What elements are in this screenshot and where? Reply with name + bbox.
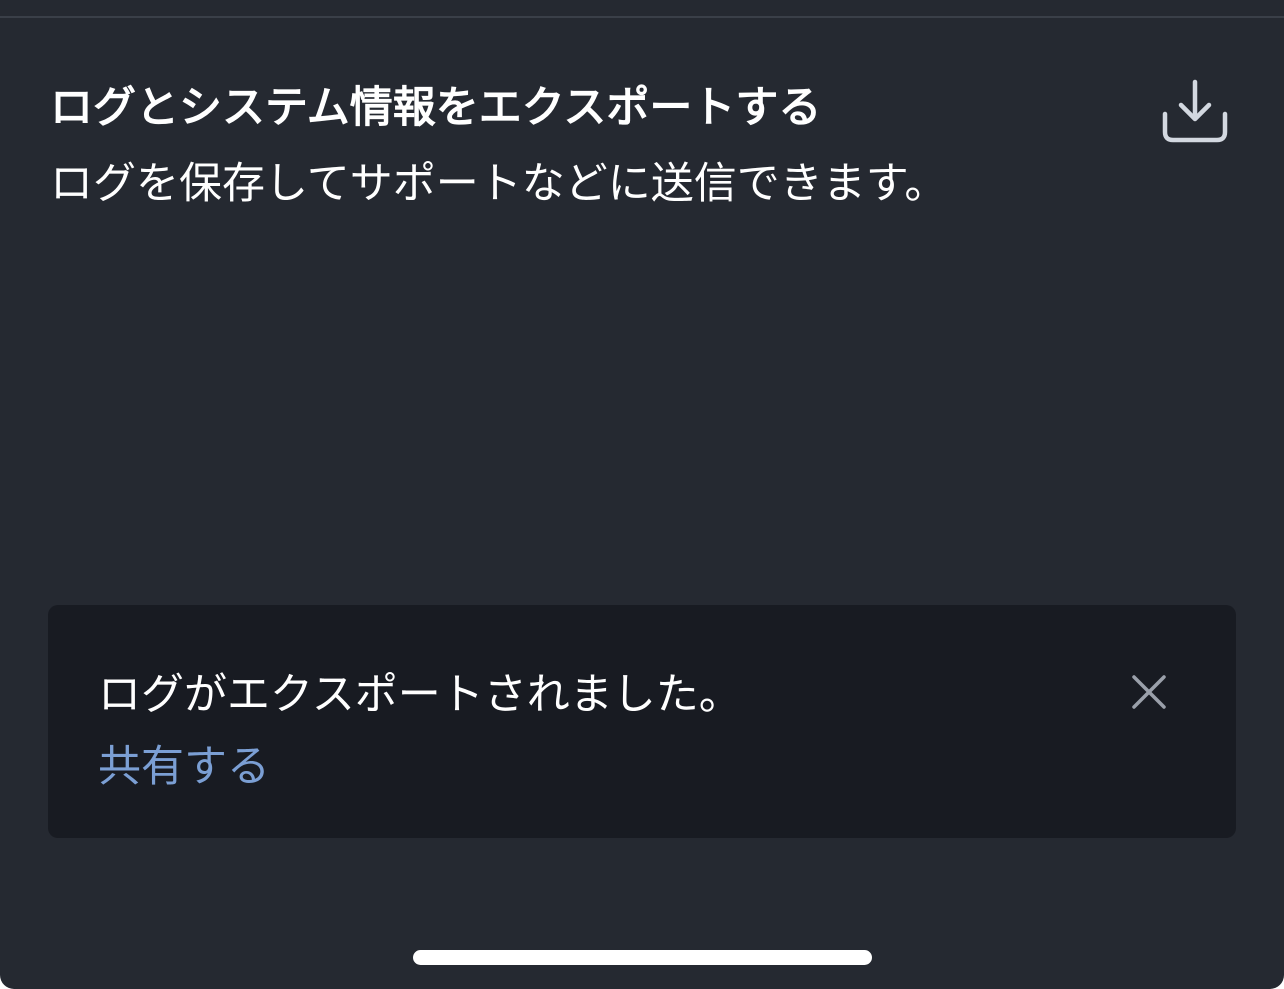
toast-message: ログがエクスポートされました。 [98,670,742,720]
toast-close-button[interactable] [1124,667,1174,717]
screen: ログとシステム情報をエクスポートする ログを保存してサポートなどに送信できます。… [0,0,1284,989]
download-icon [1162,79,1228,143]
export-logs-description: ログを保存してサポートなどに送信できます。 [50,159,948,209]
export-logs-row[interactable]: ログとシステム情報をエクスポートする ログを保存してサポートなどに送信できます。 [50,72,1234,222]
download-button[interactable] [1156,72,1234,150]
share-link[interactable]: 共有する [98,739,270,795]
top-divider [0,16,1284,18]
export-logs-title: ログとシステム情報をエクスポートする [50,83,822,133]
export-success-toast: ログがエクスポートされました。 共有する [48,605,1236,838]
home-indicator[interactable] [413,950,872,965]
close-icon [1132,675,1166,709]
